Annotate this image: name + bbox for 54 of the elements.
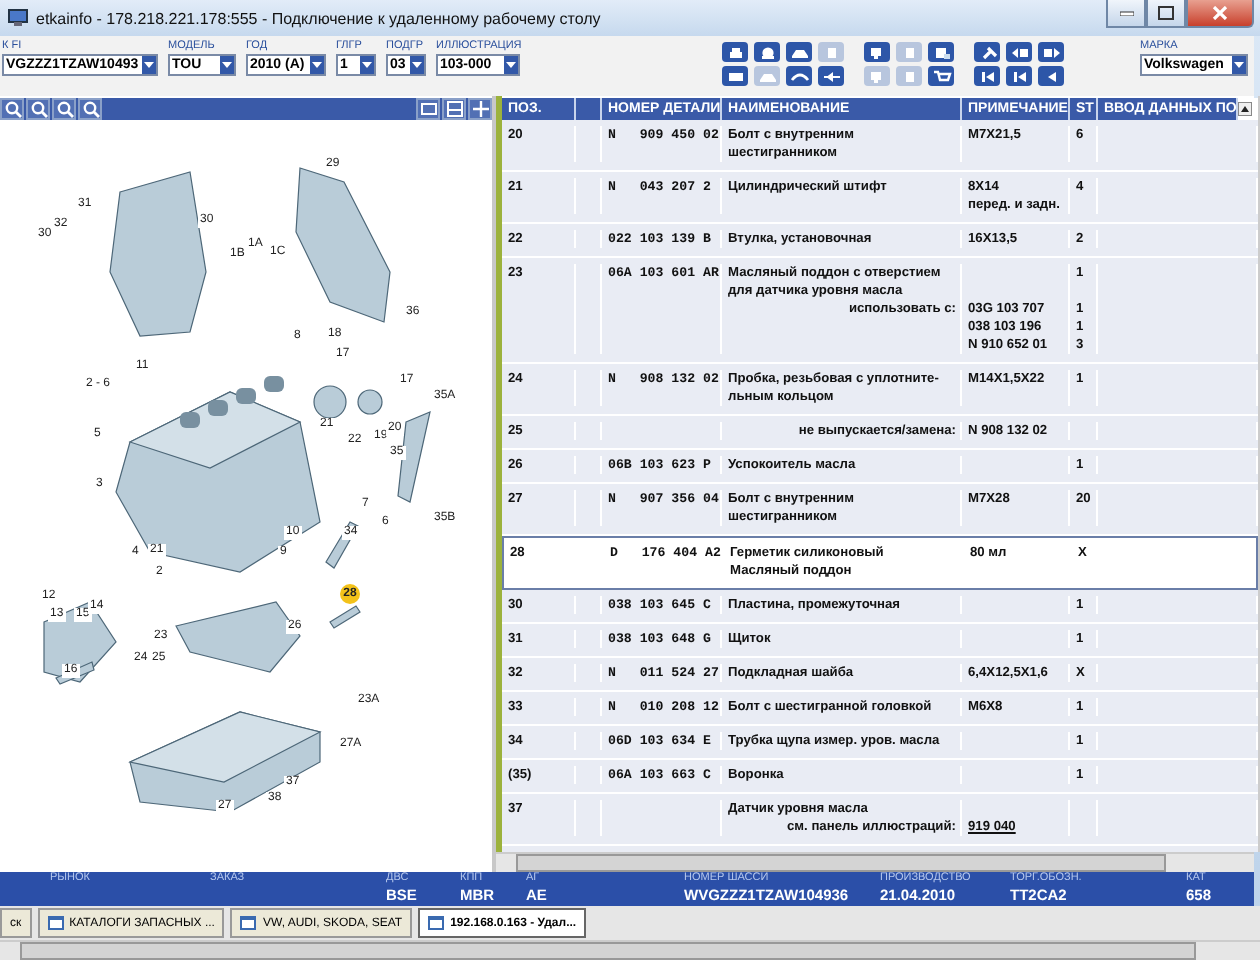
toolbar-button[interactable] (468, 98, 492, 120)
toolbar-button[interactable] (864, 42, 890, 62)
dropdown-arrow-icon (506, 62, 516, 68)
toolbar-button[interactable] (0, 98, 24, 120)
toolbar-button[interactable] (786, 42, 812, 62)
toolbar-button[interactable] (974, 66, 1000, 86)
dropdown-arrow-icon (312, 62, 322, 68)
toolbar-button[interactable] (928, 66, 954, 86)
toolbar-button[interactable] (754, 42, 780, 62)
toolbar-button[interactable] (722, 66, 748, 86)
toolbar-button[interactable] (416, 98, 440, 120)
frame-icon (419, 100, 437, 118)
toolbar-button[interactable] (26, 98, 50, 120)
close-icon (1212, 6, 1228, 20)
dropdown-arrow-icon (222, 62, 232, 68)
dropdown-arrow-icon (1234, 62, 1244, 68)
pin-icon (977, 45, 997, 59)
toolbar-button[interactable] (1006, 66, 1032, 86)
toolbar-button[interactable] (78, 98, 102, 120)
first-icon (977, 69, 997, 83)
window-icon (428, 916, 445, 930)
arrow-icon (821, 69, 841, 83)
toolbar-button[interactable] (442, 98, 466, 120)
cart-icon (931, 69, 951, 83)
printer-icon (725, 45, 745, 59)
document-icon (931, 45, 951, 59)
maximize-button[interactable] (1146, 0, 1186, 28)
horizontal-scrollbar[interactable] (496, 852, 1254, 872)
window-icon (47, 916, 64, 930)
previous-icon (1009, 69, 1029, 83)
dropdown-arrow-icon (362, 62, 372, 68)
arc-icon (789, 69, 809, 83)
dropdown-arrow-icon (144, 62, 154, 68)
close-button[interactable] (1186, 0, 1254, 28)
scroll-up-icon[interactable] (1238, 102, 1253, 116)
horizontal-scrollbar[interactable] (0, 940, 1260, 960)
window-icon (240, 916, 257, 930)
toolbar-button[interactable] (974, 42, 1000, 62)
toolbar-button[interactable] (1038, 42, 1064, 62)
window-title: etkainfo - 178.218.221.178:555 - Подключение к удаленному рабочему столу (36, 9, 601, 27)
toolbar-button[interactable] (1006, 42, 1032, 62)
toolbar-button[interactable] (722, 42, 748, 62)
toolbar-button[interactable] (52, 98, 76, 120)
envelope-icon (725, 69, 745, 83)
maximize-icon (1158, 6, 1174, 20)
toolbar-button[interactable] (818, 66, 844, 86)
minimize-icon (1119, 10, 1133, 16)
toolbar-button[interactable] (928, 42, 954, 62)
minimize-button[interactable] (1106, 0, 1146, 28)
dropdown-arrow-icon (412, 62, 422, 68)
left-arrow-icon (1009, 45, 1029, 59)
toolbar-button[interactable] (1038, 66, 1064, 86)
right-arrow-icon (1041, 45, 1061, 59)
toolbar-button[interactable] (786, 66, 812, 86)
